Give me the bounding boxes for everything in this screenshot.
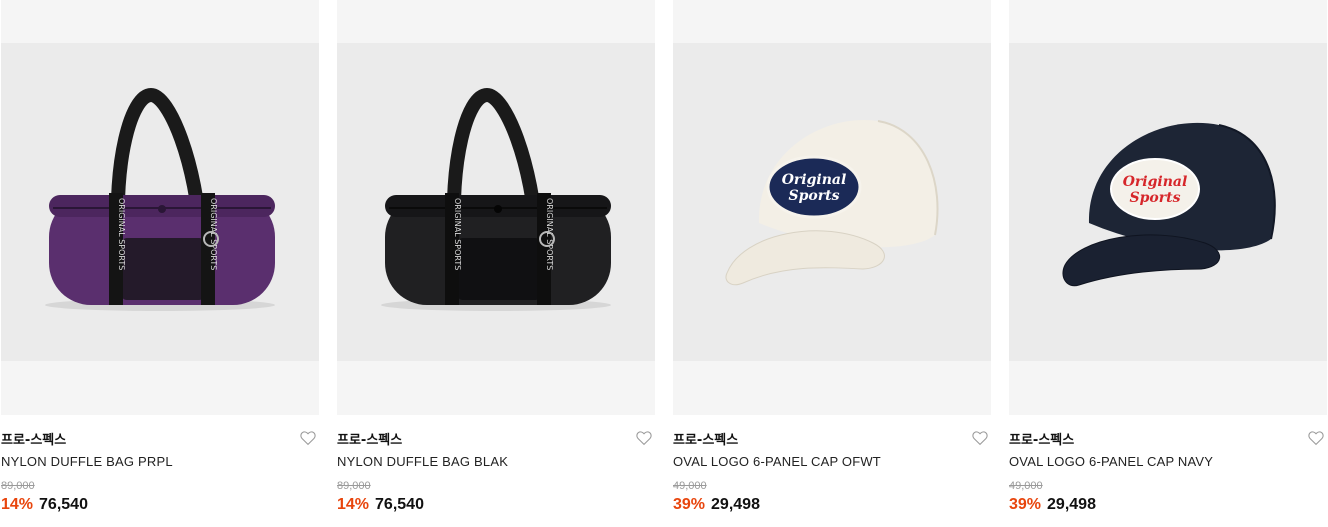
navy-cap-image: Original Sports <box>1062 122 1276 287</box>
svg-text:Sports: Sports <box>1130 190 1181 206</box>
brand-name[interactable]: 프로-스펙스 <box>1 429 66 448</box>
discount-rate: 14% <box>1 496 34 513</box>
product-card[interactable]: ORIGINAL SPORTS ORIGINAL SPORTS 프로-스펙스 N… <box>1 0 319 527</box>
brand-name[interactable]: 프로-스펙스 <box>337 429 402 448</box>
heart-outline-icon <box>300 431 316 446</box>
product-thumbnail[interactable]: Original Sports <box>1009 0 1327 415</box>
wishlist-button[interactable] <box>1307 429 1325 447</box>
product-thumbnail[interactable]: ORIGINAL SPORTS ORIGINAL SPORTS <box>337 0 655 415</box>
product-card[interactable]: Original Sports 프로-스펙스 OVAL LOGO 6-PANEL… <box>673 0 991 527</box>
price-row: 39% 29,498 <box>1009 496 1096 514</box>
product-name[interactable]: OVAL LOGO 6-PANEL CAP NAVY <box>1009 454 1213 469</box>
price-row: 14% 76,540 <box>337 496 424 514</box>
original-price: 89,000 <box>337 480 371 492</box>
brand-name[interactable]: 프로-스펙스 <box>1009 429 1074 448</box>
svg-text:Original: Original <box>782 172 847 188</box>
discount-rate: 14% <box>337 496 370 513</box>
product-card[interactable]: ORIGINAL SPORTS ORIGINAL SPORTS 프로-스펙스 N… <box>337 0 655 527</box>
original-price: 89,000 <box>1 480 35 492</box>
sale-price: 76,540 <box>39 496 88 513</box>
sale-price: 76,540 <box>375 496 424 513</box>
price-row: 14% 76,540 <box>1 496 88 514</box>
heart-outline-icon <box>972 431 988 446</box>
svg-text:ORIGINAL SPORTS: ORIGINAL SPORTS <box>117 198 126 270</box>
wishlist-button[interactable] <box>971 429 989 447</box>
product-card[interactable]: Original Sports 프로-스펙스 OVAL LOGO 6-PANEL… <box>1009 0 1327 527</box>
sale-price: 29,498 <box>711 496 760 513</box>
product-grid: ORIGINAL SPORTS ORIGINAL SPORTS 프로-스펙스 N… <box>0 0 1328 527</box>
brand-name[interactable]: 프로-스펙스 <box>673 429 738 448</box>
sale-price: 29,498 <box>1047 496 1096 513</box>
heart-outline-icon <box>1308 431 1324 446</box>
wishlist-button[interactable] <box>635 429 653 447</box>
svg-text:Original: Original <box>1123 174 1188 190</box>
heart-outline-icon <box>636 431 652 446</box>
svg-text:ORIGINAL SPORTS: ORIGINAL SPORTS <box>453 198 462 270</box>
purple-duffle-bag-image: ORIGINAL SPORTS ORIGINAL SPORTS <box>45 87 275 311</box>
product-thumbnail[interactable]: ORIGINAL SPORTS ORIGINAL SPORTS <box>1 0 319 415</box>
product-name[interactable]: NYLON DUFFLE BAG BLAK <box>337 454 508 469</box>
discount-rate: 39% <box>673 496 706 513</box>
original-price: 49,000 <box>1009 480 1043 492</box>
black-duffle-bag-image: ORIGINAL SPORTS ORIGINAL SPORTS <box>381 87 611 311</box>
svg-text:Sports: Sports <box>789 188 840 204</box>
price-row: 39% 29,498 <box>673 496 760 514</box>
product-thumbnail[interactable]: Original Sports <box>673 0 991 415</box>
discount-rate: 39% <box>1009 496 1042 513</box>
product-name[interactable]: NYLON DUFFLE BAG PRPL <box>1 454 173 469</box>
wishlist-button[interactable] <box>299 429 317 447</box>
original-price: 49,000 <box>673 480 707 492</box>
product-name[interactable]: OVAL LOGO 6-PANEL CAP OFWT <box>673 454 881 469</box>
off-white-cap-image: Original Sports <box>725 119 939 286</box>
